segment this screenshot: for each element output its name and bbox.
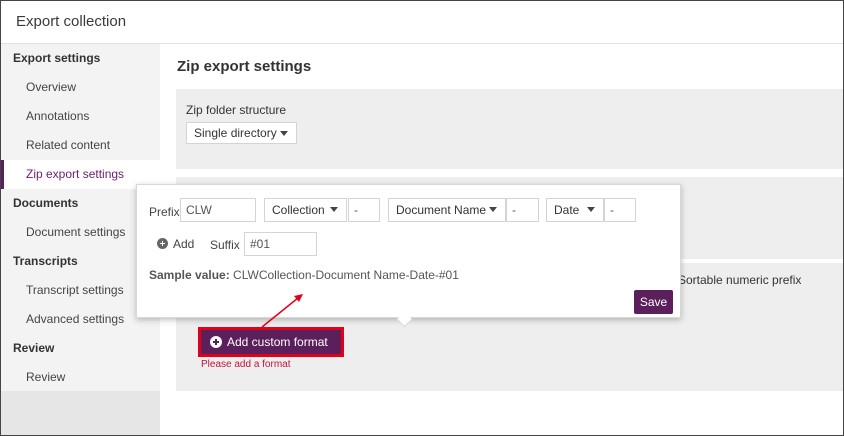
sidebar-item-annotations[interactable]: Annotations [1, 102, 160, 131]
separator-input-2[interactable]: - [506, 198, 539, 222]
add-circle-icon [157, 238, 168, 249]
add-custom-format-label: Add custom format [227, 335, 328, 349]
chevron-down-icon [330, 207, 338, 212]
add-token-button[interactable]: Add [157, 237, 194, 251]
chevron-down-icon [489, 207, 497, 212]
section-title: Zip export settings [177, 58, 312, 75]
prefix-label: Prefix [149, 205, 180, 219]
add-custom-format-button[interactable]: Add custom format [198, 327, 344, 357]
sample-value: Sample value: CLWCollection-Document Nam… [149, 268, 459, 282]
sortable-prefix-label: Sortable numeric prefix [678, 273, 802, 287]
sidebar-section-review: Review [13, 341, 55, 355]
separator-input-1[interactable]: - [348, 198, 380, 222]
suffix-label: Suffix [210, 238, 240, 252]
add-circle-icon [210, 336, 222, 348]
save-button[interactable]: Save [634, 290, 673, 314]
token-value: Date [554, 203, 580, 217]
suffix-input[interactable]: #01 [244, 232, 317, 256]
add-token-label: Add [173, 237, 195, 251]
zip-folder-panel: Zip folder structure Single directory [176, 89, 843, 169]
chevron-down-icon [280, 131, 288, 136]
token-value: Document Name [396, 203, 487, 217]
sidebar-section-export-settings: Export settings [13, 51, 101, 65]
token-select-date[interactable]: Date [546, 198, 604, 222]
token-value: Collection [272, 203, 325, 217]
custom-format-popover: Prefix CLW Collection - Document Name - … [136, 184, 681, 328]
page-title: Export collection [16, 13, 127, 30]
header: Export collection [1, 1, 843, 44]
chevron-down-icon [587, 207, 595, 212]
zip-folder-label: Zip folder structure [186, 103, 287, 117]
separator-input-3[interactable]: - [604, 198, 636, 222]
token-select-collection[interactable]: Collection [264, 198, 347, 222]
sample-value-text: CLWCollection-Document Name-Date-#01 [233, 268, 459, 282]
sidebar-item-related-content[interactable]: Related content [1, 131, 160, 160]
format-error-message: Please add a format [201, 359, 291, 370]
zip-folder-select[interactable]: Single directory [186, 122, 297, 144]
prefix-input[interactable]: CLW [180, 198, 256, 222]
sidebar-item-overview[interactable]: Overview [1, 73, 160, 102]
sidebar-item-review[interactable]: Review [1, 363, 160, 392]
zip-folder-value: Single directory [194, 126, 277, 140]
token-select-document-name[interactable]: Document Name [388, 198, 506, 222]
sample-value-label: Sample value: [149, 268, 230, 282]
sidebar-footer [1, 391, 160, 435]
